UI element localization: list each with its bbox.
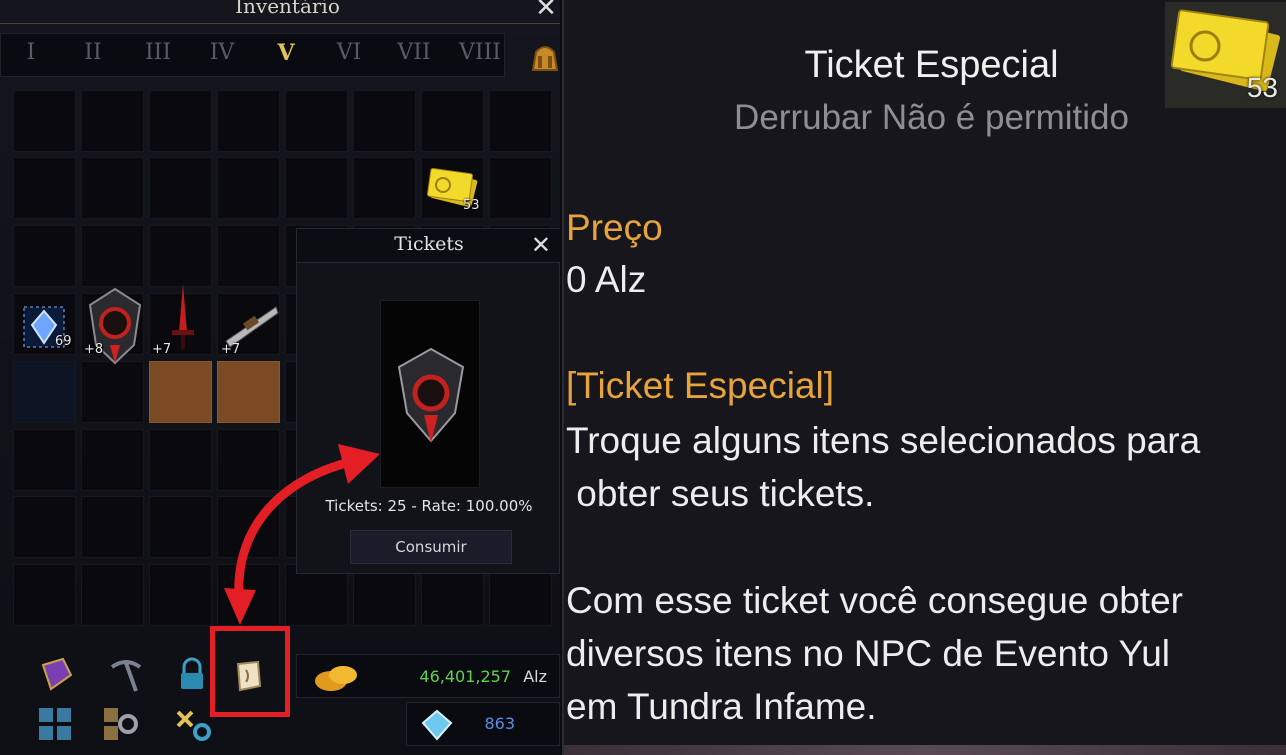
inventory-slot[interactable]	[353, 90, 416, 152]
annotation-arrow	[224, 444, 380, 625]
bag-icon[interactable]	[530, 40, 560, 72]
inventory-slot[interactable]	[13, 429, 76, 491]
gear-grid-icon[interactable]	[100, 704, 140, 744]
inventory-slot[interactable]	[285, 90, 348, 152]
cube-icon[interactable]	[37, 655, 77, 695]
description-line-4: diversos itens no NPC de Evento Yul	[566, 633, 1170, 674]
section-title: [Ticket Especial]	[566, 365, 834, 406]
inventory-slot[interactable]	[81, 90, 144, 152]
gold-coins-icon	[315, 666, 357, 691]
inventory-slot[interactable]	[489, 157, 552, 219]
alz-amount: 46,401,257	[419, 667, 511, 686]
inventory-slot[interactable]	[217, 90, 280, 152]
tickets-item-preview	[380, 300, 480, 488]
sword-qty: +7	[152, 342, 172, 357]
item-icon-qty: 53	[1246, 72, 1278, 103]
inventory-slot[interactable]	[81, 361, 144, 423]
diamond-icon	[421, 709, 453, 741]
inventory-slot[interactable]	[81, 564, 144, 626]
key-gear-icon[interactable]	[174, 706, 214, 746]
tab-4[interactable]: IV	[202, 40, 242, 65]
description-line-2: obter seus tickets.	[566, 473, 875, 514]
tab-5[interactable]: V	[266, 40, 306, 66]
inventory-slot[interactable]	[149, 429, 212, 491]
item-tooltip: Ticket Especial Derrubar Não é permitido…	[562, 0, 1286, 755]
grid-icon[interactable]	[35, 704, 75, 744]
inventory-slot[interactable]	[217, 225, 280, 287]
armor-preview-icon	[397, 347, 465, 443]
tab-7[interactable]: VII	[394, 40, 434, 65]
alz-balance: 46,401,257 Alz	[296, 654, 560, 698]
tab-1[interactable]: I	[11, 40, 51, 65]
description-line-5: em Tundra Infame.	[566, 686, 877, 727]
gem-amount: 863	[484, 714, 515, 733]
inventory-slot[interactable]	[81, 429, 144, 491]
inventory-slot[interactable]	[149, 496, 212, 558]
pickaxe-icon[interactable]	[106, 655, 146, 695]
inventory-slot[interactable]	[13, 496, 76, 558]
tab-6[interactable]: VI	[329, 40, 369, 65]
inventory-slot[interactable]	[13, 157, 76, 219]
ticket-qty: 53	[463, 198, 480, 213]
scroll-highlight-box	[210, 626, 290, 717]
tickets-popup-header: Tickets ✕	[297, 229, 560, 263]
inventory-slot[interactable]	[149, 225, 212, 287]
tickets-popup-title: Tickets	[394, 233, 464, 255]
alz-unit: Alz	[523, 667, 547, 686]
lock-icon[interactable]	[172, 655, 212, 695]
inventory-window: Inventário ✕ I II III IV V VI VII VIII 5…	[0, 0, 560, 755]
inventory-slot[interactable]	[149, 361, 212, 423]
description-line-3: Com esse ticket você consegue obter	[566, 580, 1183, 621]
inventory-slot[interactable]	[489, 90, 552, 152]
tooltip-bottom-border	[564, 745, 1286, 755]
inventory-slot[interactable]	[149, 564, 212, 626]
inventory-slot[interactable]	[217, 157, 280, 219]
inventory-slot[interactable]	[149, 90, 212, 152]
inventory-slot[interactable]	[81, 157, 144, 219]
armor-qty: +8	[84, 342, 104, 357]
inventory-slot[interactable]	[421, 90, 484, 152]
inventory-slot[interactable]	[13, 90, 76, 152]
inventory-tabs: I II III IV V VI VII VIII	[0, 33, 505, 77]
inventory-slot[interactable]	[13, 225, 76, 287]
price-value: 0 Alz	[566, 259, 647, 300]
tab-2[interactable]: II	[73, 40, 113, 65]
inventory-slot[interactable]	[217, 361, 280, 423]
tab-3[interactable]: III	[138, 40, 178, 65]
tickets-popup-close-button[interactable]: ✕	[531, 231, 551, 259]
inventory-slot[interactable]	[81, 496, 144, 558]
price-label: Preço	[566, 207, 663, 248]
inventory-slot[interactable]	[13, 361, 76, 423]
crystal-qty: 69	[55, 334, 72, 349]
inventory-close-button[interactable]: ✕	[532, 0, 560, 22]
gem-balance: 863	[406, 702, 560, 746]
tab-8[interactable]: VIII	[459, 40, 501, 65]
inventory-slot[interactable]	[13, 564, 76, 626]
inventory-title: Inventário	[235, 0, 340, 18]
inventory-slot[interactable]	[285, 157, 348, 219]
inventory-titlebar: Inventário	[0, 0, 560, 24]
description-line-1: Troque alguns itens selecionados para	[566, 420, 1201, 461]
item-icon-frame: 53	[1165, 2, 1286, 108]
inventory-slot[interactable]	[81, 225, 144, 287]
weapon-qty: +7	[221, 342, 241, 357]
inventory-slot[interactable]	[149, 157, 212, 219]
ticket-icon[interactable]	[423, 165, 493, 215]
inventory-slot[interactable]	[353, 157, 416, 219]
